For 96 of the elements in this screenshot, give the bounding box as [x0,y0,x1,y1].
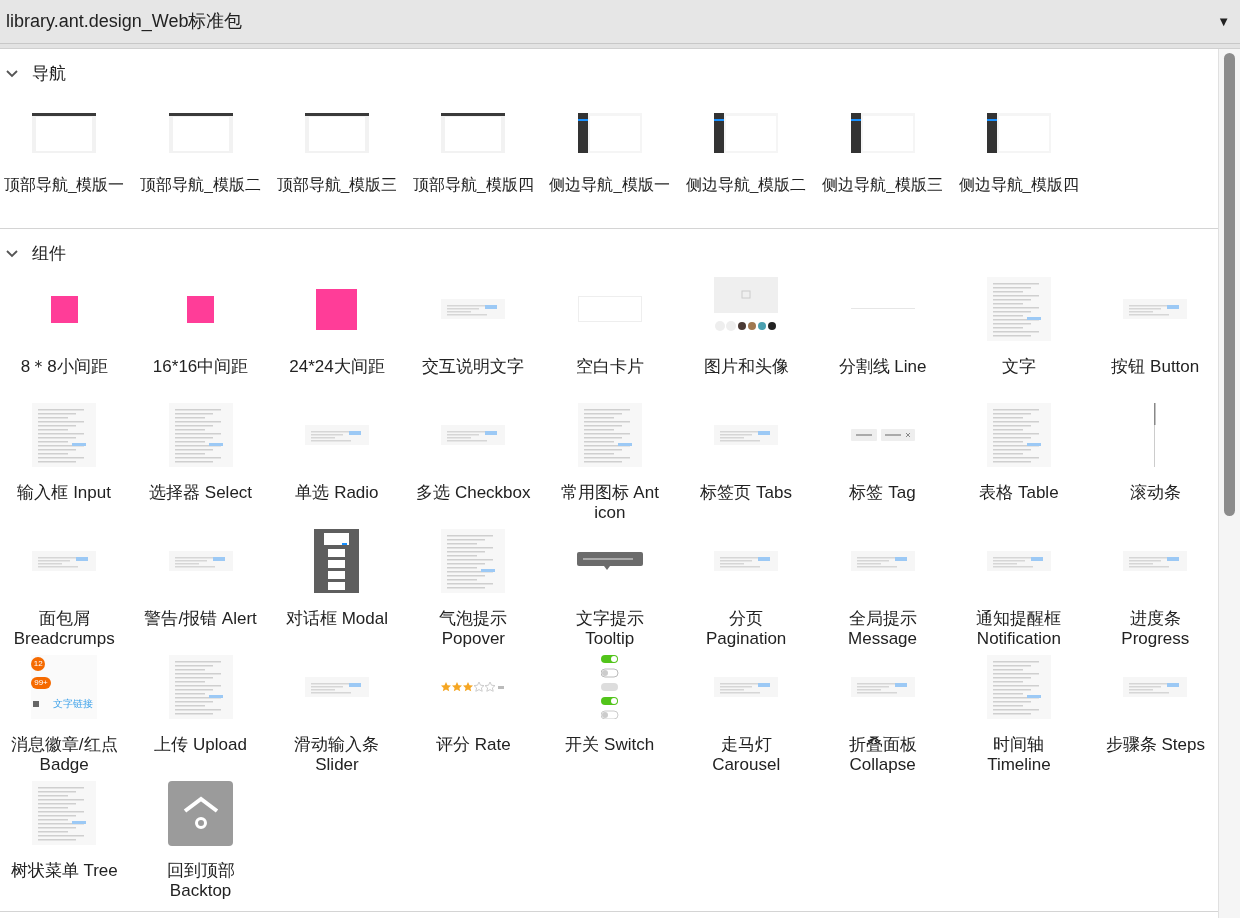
symbol-label: 侧边导航_模版四 [958,175,1080,195]
symbol-label: 8＊8小间距 [20,357,108,377]
rating-stars-thumbnail [441,682,506,692]
preview-thumbnail [441,299,506,319]
symbol-label: 空白卡片 [575,357,644,377]
spacing-square [316,288,358,330]
screen-thumbnail [577,113,642,153]
document-thumbnail [986,403,1051,467]
preview-thumbnail [441,425,506,445]
symbol-label: 16*16中间距 [152,357,249,377]
symbol-label: 树状菜单 Tree [10,861,118,881]
screen-thumbnail [850,113,915,153]
scrollbar-thumb[interactable] [1224,53,1235,516]
count-badge: 12 [31,657,46,671]
screen-thumbnail [441,113,506,153]
symbol-label: 顶部导航_模版三 [276,175,398,195]
section-title: 组件 [32,243,66,266]
preview-thumbnail [714,425,779,445]
symbol-label: 时间轴 Timeline [987,735,1051,775]
preview-thumbnail [714,677,779,697]
symbol-label: 警告/报错 Alert [144,609,257,629]
chevron-down-icon[interactable] [6,250,18,258]
symbol-label: 上传 Upload [154,735,247,755]
symbol-label: 分页 Pagination [705,609,787,649]
symbol-label: 选择器 Select [149,483,253,503]
symbol-label: 文字 [1001,357,1036,377]
symbol-label: 滚动条 [1129,483,1181,503]
symbol-label: 表格 Table [979,483,1059,503]
symbol-label: 进度条 Progress [1121,609,1190,649]
symbol-label: 气泡提示 Popover [439,609,508,649]
symbol-label: 文字提示 Tooltip [575,609,644,649]
document-thumbnail [32,781,97,845]
chevron-down-icon[interactable] [6,70,18,78]
dropdown-value: library.ant.design_Web标准包 [6,10,243,34]
symbol-label: 24*24大间距 [289,357,385,377]
symbol-label: 标签 Tag [849,483,916,503]
symbol-label: 多选 Checkbox [416,483,531,503]
screen-thumbnail [168,113,233,153]
symbol-label: 评分 Rate [436,735,511,755]
symbol-label: 侧边导航_模版二 [685,175,807,195]
document-thumbnail [986,277,1051,341]
document-thumbnail [32,403,97,467]
screen-thumbnail [32,113,97,153]
spacing-square [187,295,215,323]
symbol-label: 回到顶部 Backtop [166,861,235,901]
preview-thumbnail [986,551,1051,571]
symbol-label: 面包屑 Breadcrumps [13,609,115,649]
document-thumbnail [168,403,233,467]
symbol-label: 滑动输入条 Slider [294,735,380,775]
symbol-label: 按钮 Button [1111,357,1200,377]
symbol-label: 侧边导航_模版三 [822,175,943,195]
symbol-label: 标签页 Tabs [700,483,792,503]
modal-thumbnail [314,529,360,593]
document-thumbnail [986,655,1051,719]
preview-thumbnail [304,425,369,445]
symbol-label: 折叠面板 Collapse [848,735,917,775]
symbol-label: 顶部导航_模版四 [413,175,534,195]
preview-thumbnail [1123,299,1188,319]
scrollbar[interactable] [1218,49,1240,918]
preview-thumbnail [304,677,369,697]
symbol-label: 开关 Switch [565,735,655,755]
symbol-label: 步骤条 Steps [1105,735,1205,755]
symbol-label: 分割线 Line [838,357,927,377]
preview-thumbnail [1123,677,1188,697]
preview-thumbnail [168,551,233,571]
document-thumbnail [577,403,642,467]
symbol-label: 顶部导航_模版一 [3,175,125,195]
symbol-label: 对话框 Modal [285,609,388,629]
tooltip-thumbnail [576,552,643,570]
symbol-label: 通知提醒框 Notification [976,609,1062,649]
count-badge: 99+ [31,677,51,689]
tag-thumbnail [850,429,915,441]
spacing-square [50,295,78,323]
preview-thumbnail [850,551,915,571]
symbol-label: 输入框 Input [17,483,111,503]
switch-thumbnail [600,655,619,719]
caret-icon: ▼ [1217,11,1230,32]
preview-thumbnail [714,551,779,571]
document-thumbnail [441,529,506,593]
screen-thumbnail [714,113,779,153]
symbol-label: 单选 Radio [295,483,379,503]
preview-thumbnail [850,677,915,697]
screen-thumbnail [986,113,1051,153]
preview-thumbnail [32,551,97,571]
symbol-label: 走马灯 Carousel [712,735,781,775]
document-thumbnail [168,655,233,719]
section-title: 导航 [32,63,66,86]
symbol-label: 常用图标 Ant icon [560,483,659,523]
symbol-label: 交互说明文字 [422,357,525,377]
symbol-label: 消息徽章/红点 Badge [10,735,118,775]
symbol-label: 侧边导航_模版一 [549,175,671,195]
symbol-label: 图片和头像 [703,357,789,377]
preview-thumbnail [1123,551,1188,571]
symbol-label: 顶部导航_模版二 [140,175,261,195]
symbol-label: 全局提示 Message [848,609,918,649]
screen-thumbnail [304,113,369,153]
